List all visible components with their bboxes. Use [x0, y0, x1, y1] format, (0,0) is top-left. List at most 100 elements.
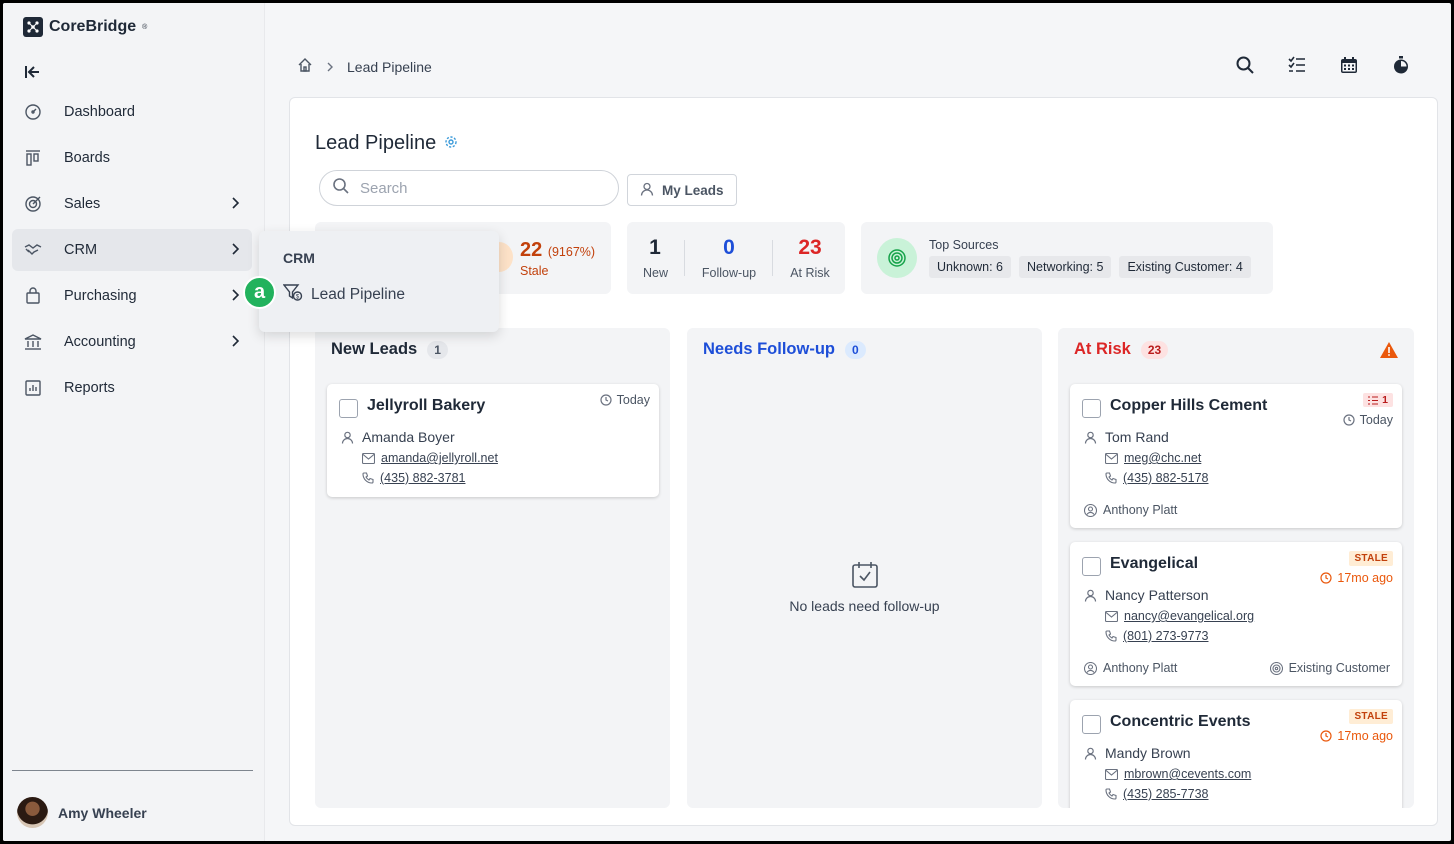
search-icon[interactable] — [1235, 55, 1255, 75]
clock-icon — [1320, 572, 1332, 584]
user-circle-icon — [1084, 661, 1097, 675]
select-checkbox[interactable] — [1082, 399, 1101, 418]
mail-icon — [1105, 610, 1118, 622]
sidebar-item-dashboard[interactable]: Dashboard — [12, 91, 252, 133]
user-circle-icon — [1084, 503, 1097, 517]
lead-email[interactable]: nancy@evangelical.org — [1105, 609, 1254, 623]
timer-icon[interactable] — [1391, 55, 1411, 75]
column-new-leads: New Leads 1 Jellyroll Bakery Today Amand… — [315, 328, 670, 808]
search-placeholder: Search — [360, 179, 408, 197]
lead-card[interactable]: Concentric Events STALE 17mo ago Mandy B… — [1070, 700, 1402, 808]
chevron-right-icon — [228, 196, 242, 210]
sidebar-item-sales[interactable]: Sales — [12, 183, 252, 225]
lead-phone[interactable]: (801) 273-9773 — [1105, 629, 1208, 643]
lead-name: Jellyroll Bakery — [367, 397, 486, 414]
sidebar-item-label: Boards — [64, 150, 110, 166]
sidebar-item-reports[interactable]: Reports — [12, 367, 252, 409]
my-leads-button[interactable]: My Leads — [627, 174, 737, 206]
lead-owner: Anthony Platt — [1084, 661, 1177, 675]
source-tag[interactable]: Unknown: 6 — [929, 256, 1012, 278]
followup-label: Follow-up — [701, 266, 757, 280]
lead-email[interactable]: meg@chc.net — [1105, 451, 1201, 465]
lead-time: Today — [1343, 413, 1393, 427]
lead-phone[interactable]: (435) 285-7738 — [1105, 787, 1208, 801]
lead-email[interactable]: amanda@jellyroll.net — [362, 451, 498, 465]
column-title: At Risk — [1074, 340, 1131, 358]
warning-icon — [1380, 342, 1398, 358]
app-logo[interactable]: CoreBridge ® — [23, 17, 147, 37]
stale-percent: (9167%) — [547, 245, 596, 259]
sidebar-item-accounting[interactable]: Accounting — [12, 321, 252, 363]
crm-icon — [24, 241, 42, 259]
lead-name: Evangelical — [1110, 555, 1199, 572]
sidebar-item-boards[interactable]: Boards — [12, 137, 252, 179]
user-icon — [640, 182, 654, 199]
lead-contact: Mandy Brown — [1084, 745, 1191, 761]
collapse-sidebar-icon[interactable] — [23, 63, 43, 83]
lead-contact: Tom Rand — [1084, 429, 1169, 445]
page-title-text: Lead Pipeline — [315, 132, 437, 154]
funnel-icon: $ — [282, 283, 303, 306]
user-profile[interactable]: Amy Wheeler — [17, 797, 147, 828]
lead-source: Existing Customer — [1269, 661, 1390, 675]
task-list-icon[interactable] — [1287, 55, 1307, 75]
target-icon — [877, 238, 917, 278]
count-badge: 23 — [1140, 340, 1169, 359]
purchasing-icon — [24, 287, 42, 305]
calendar-icon[interactable] — [1339, 55, 1359, 75]
lead-phone[interactable]: (435) 882-3781 — [362, 471, 465, 485]
lead-time: 17mo ago — [1320, 571, 1393, 585]
person-icon — [1084, 431, 1097, 444]
mail-icon — [1105, 452, 1118, 464]
sidebar-item-crm[interactable]: CRM — [12, 229, 252, 271]
lead-email[interactable]: mbrown@cevents.com — [1105, 767, 1251, 781]
trademark-mark: ® — [142, 23, 148, 31]
atrisk-count-stat[interactable]: 23 At Risk — [787, 236, 833, 280]
empty-state: No leads need follow-up — [687, 560, 1042, 614]
main-content: Lead Pipeline Search My Leads 22 (9167%)… — [289, 97, 1438, 826]
accounting-icon — [24, 333, 42, 351]
lead-contact: Amanda Boyer — [341, 429, 455, 445]
lead-card[interactable]: Copper Hills Cement 1 Today Tom Rand meg… — [1070, 384, 1402, 528]
lead-phone[interactable]: (435) 882-5178 — [1105, 471, 1208, 485]
column-header: At Risk 23 — [1074, 340, 1169, 359]
count-badge: 0 — [845, 340, 866, 359]
chevron-right-icon — [325, 59, 335, 75]
settings-gear-icon[interactable] — [444, 132, 458, 155]
target-icon — [1269, 661, 1283, 675]
user-name: Amy Wheeler — [58, 804, 147, 821]
page-title: Lead Pipeline — [315, 132, 458, 155]
select-checkbox[interactable] — [1082, 715, 1101, 734]
home-icon[interactable] — [297, 57, 313, 76]
select-checkbox[interactable] — [1082, 557, 1101, 576]
my-leads-label: My Leads — [662, 182, 724, 198]
column-title: New Leads — [331, 340, 418, 358]
app-name: CoreBridge — [49, 18, 137, 35]
select-checkbox[interactable] — [339, 399, 358, 418]
person-icon — [1084, 589, 1097, 602]
annotation-marker: a — [243, 276, 276, 309]
lead-contact: Nancy Patterson — [1084, 587, 1209, 603]
phone-icon — [1105, 630, 1117, 642]
phone-icon — [1105, 788, 1117, 800]
followup-count-stat[interactable]: 0 Follow-up — [699, 236, 759, 280]
new-count: 1 — [649, 236, 661, 259]
stale-label: Stale — [520, 264, 549, 278]
new-count-stat[interactable]: 1 New — [643, 236, 668, 280]
menu-item-lead-pipeline[interactable]: $ Lead Pipeline — [282, 283, 405, 306]
flyout-title: CRM — [283, 250, 315, 266]
lead-time: 17mo ago — [1320, 729, 1393, 743]
sidebar-item-label: Purchasing — [64, 288, 137, 304]
lead-card[interactable]: Jellyroll Bakery Today Amanda Boyer aman… — [327, 384, 659, 497]
source-tag[interactable]: Existing Customer: 4 — [1119, 256, 1251, 278]
breadcrumb: Lead Pipeline — [297, 57, 432, 76]
corebridge-logo-icon — [23, 17, 43, 37]
sidebar-item-purchasing[interactable]: Purchasing — [12, 275, 252, 317]
source-tag[interactable]: Networking: 5 — [1019, 256, 1112, 278]
sidebar: CoreBridge ® Dashboard Boards Sales CRM — [3, 3, 265, 841]
search-input[interactable]: Search — [319, 170, 619, 206]
lead-card[interactable]: Evangelical STALE 17mo ago Nancy Patters… — [1070, 542, 1402, 686]
column-needs-followup: Needs Follow-up 0 No leads need follow-u… — [687, 328, 1042, 808]
stale-count: 22 (9167%) — [520, 239, 596, 261]
person-icon — [1084, 747, 1097, 760]
